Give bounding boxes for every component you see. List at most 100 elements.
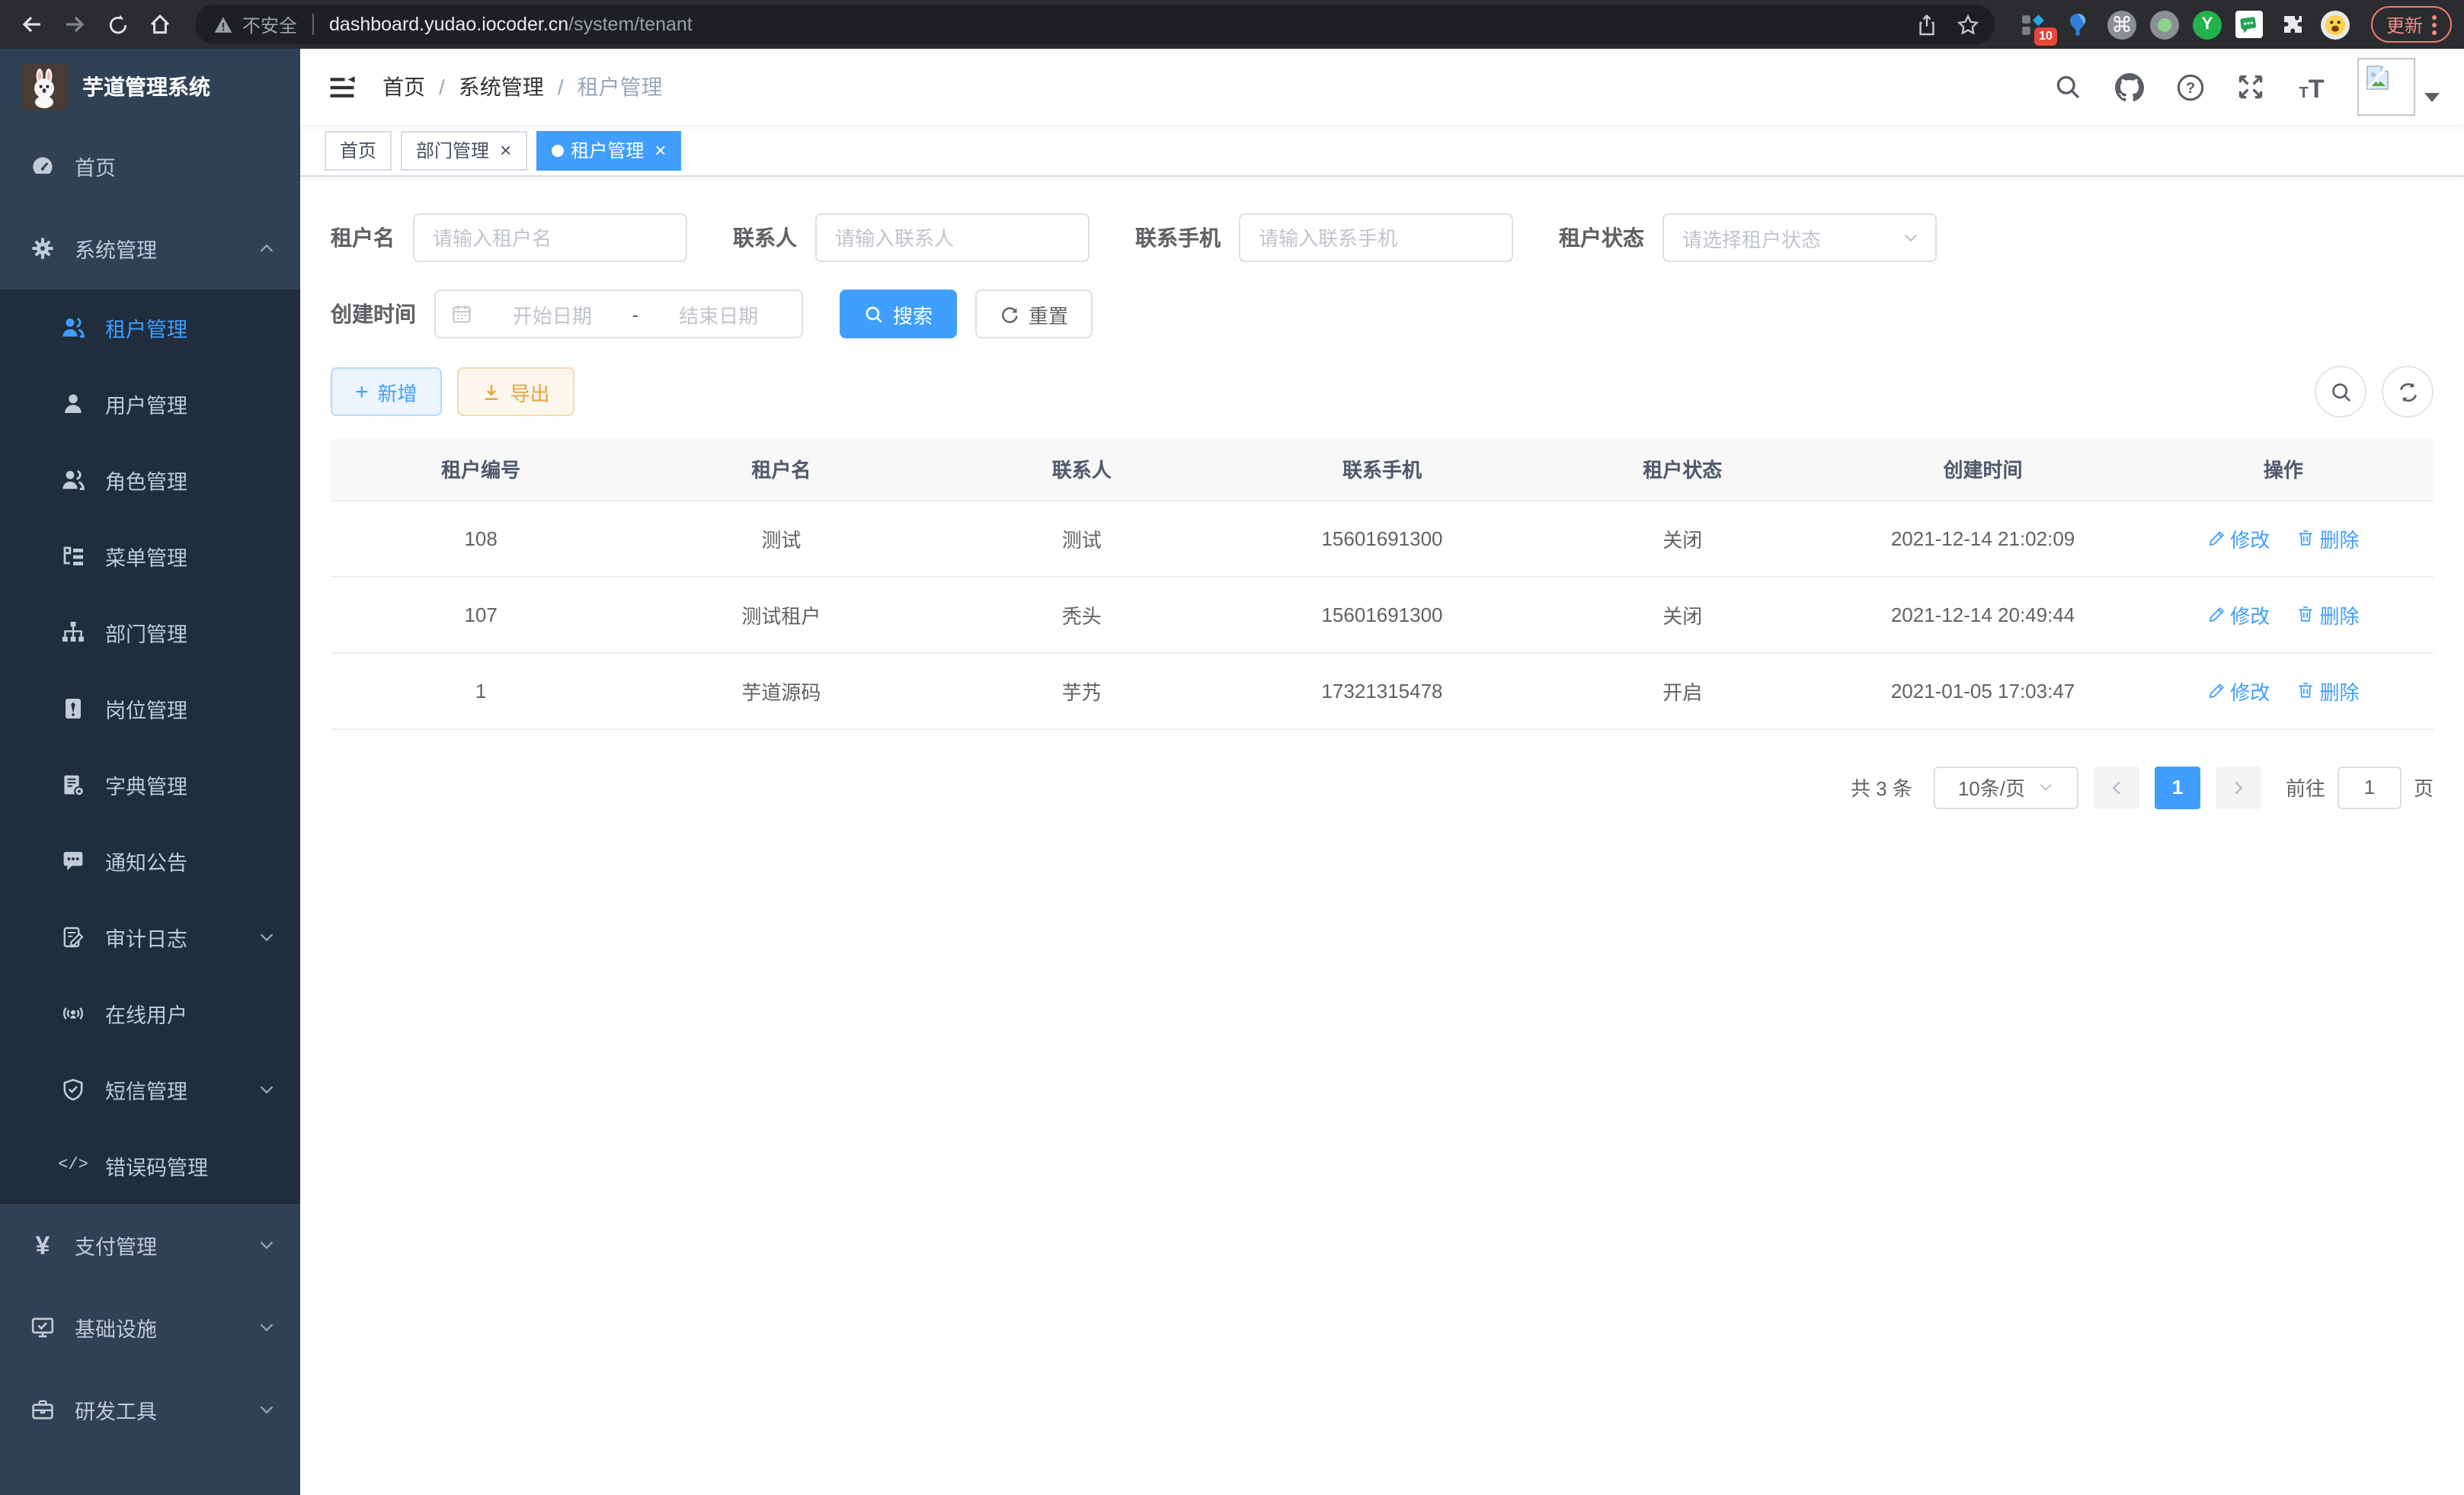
column-header: 创建时间 — [1832, 439, 2133, 500]
trash-icon — [2296, 605, 2315, 623]
table-row: 1 芋道源码 芋艿 17321315478 开启 2021-01-05 17:0… — [331, 652, 2434, 728]
next-page-button[interactable] — [2216, 766, 2261, 808]
delete-button[interactable]: 删除 — [2296, 600, 2359, 629]
sidebar-item-menu[interactable]: 菜单管理 — [0, 518, 300, 594]
start-date-placeholder: 开始日期 — [485, 299, 620, 328]
sidebar-item-role[interactable]: 角色管理 — [0, 442, 300, 518]
sidebar-item-online-user[interactable]: 在线用户 — [0, 975, 300, 1052]
sidebar-item-home[interactable]: 首页 — [0, 125, 300, 207]
sidebar-item-tenant[interactable]: 租户管理 — [0, 290, 300, 366]
tenant-users-icon — [61, 315, 85, 340]
share-icon[interactable] — [1915, 13, 1938, 36]
prev-page-button[interactable] — [2094, 766, 2139, 808]
add-button[interactable]: + 新增 — [331, 367, 442, 416]
show-search-toggle-button[interactable] — [2315, 366, 2366, 418]
column-header: 操作 — [2133, 439, 2434, 500]
chevron-up-icon — [258, 239, 276, 258]
font-size-icon[interactable]: TT — [2296, 72, 2327, 102]
export-button[interactable]: 导出 — [457, 367, 574, 416]
command-extension-icon[interactable]: ⌘ — [2107, 10, 2136, 39]
browser-menu-kebab-icon[interactable] — [2432, 14, 2437, 34]
recorder-extension-icon[interactable] — [2150, 10, 2179, 39]
tab-dept[interactable]: 部门管理× — [401, 130, 526, 170]
online-user-icon — [61, 1001, 85, 1026]
plus-icon: + — [355, 380, 369, 403]
create-time-label: 创建时间 — [331, 299, 416, 329]
address-bar[interactable]: 不安全 dashboard.yudao.iocoder.cn/system/te… — [195, 5, 1995, 44]
browser-home-button[interactable] — [140, 5, 180, 44]
tenant-name-input[interactable] — [413, 213, 687, 262]
trash-icon — [2296, 529, 2315, 547]
url-host: dashboard.yudao.iocoder.cn — [329, 14, 568, 35]
bookmark-star-icon[interactable] — [1957, 13, 1979, 36]
status-select[interactable]: 请选择租户状态 — [1662, 213, 1937, 262]
search-icon — [2329, 380, 2352, 403]
svg-text:?: ? — [2185, 79, 2194, 96]
sidebar-item-audit-log[interactable]: 审计日志 — [0, 899, 300, 975]
notice-bubble-icon — [61, 849, 85, 873]
edit-pencil-icon — [2207, 605, 2226, 623]
page-number-current[interactable]: 1 — [2155, 766, 2200, 808]
breadcrumb-home[interactable]: 首页 — [382, 72, 425, 102]
browser-forward-button[interactable] — [55, 5, 94, 44]
dev-tools-briefcase-icon — [30, 1397, 55, 1422]
edit-button[interactable]: 修改 — [2207, 523, 2270, 552]
puzzle-extensions-icon[interactable] — [2277, 9, 2307, 40]
page-size-select[interactable]: 10条/页 — [1934, 766, 2078, 808]
sidebar-item-user[interactable]: 用户管理 — [0, 366, 300, 442]
omnibox-divider — [312, 14, 314, 35]
dashboard-icon — [30, 154, 55, 178]
sidebar-item-system[interactable]: 系统管理 — [0, 207, 300, 290]
delete-button[interactable]: 删除 — [2296, 523, 2359, 552]
balloon-extension-icon[interactable] — [2063, 9, 2094, 40]
help-icon[interactable]: ? — [2174, 72, 2205, 102]
close-icon[interactable]: × — [500, 140, 511, 160]
breadcrumb-system[interactable]: 系统管理 — [459, 72, 544, 102]
range-separator: - — [632, 303, 639, 325]
green-dot — [2158, 18, 2171, 31]
tab-home[interactable]: 首页 — [325, 130, 392, 170]
sidebar-item-dev-tools[interactable]: 研发工具 — [0, 1369, 300, 1451]
contact-input[interactable] — [815, 213, 1090, 262]
sidebar-item-notice[interactable]: 通知公告 — [0, 823, 300, 899]
close-icon[interactable]: × — [654, 140, 666, 160]
refresh-table-button[interactable] — [2382, 366, 2434, 418]
extension-grid-icon[interactable]: 10 — [2019, 9, 2050, 40]
goto-page-input[interactable] — [2338, 766, 2402, 808]
sidebar-item-infra[interactable]: 基础设施 — [0, 1286, 300, 1369]
app-logo — [21, 64, 67, 110]
sidebar-item-sms[interactable]: 短信管理 — [0, 1052, 300, 1128]
app-logo-row[interactable]: 芋道管理系统 — [0, 49, 300, 125]
browser-reload-button[interactable] — [98, 5, 137, 44]
sidebar-fold-icon[interactable] — [325, 70, 358, 104]
pay-yen-icon: ¥ — [30, 1233, 55, 1257]
edit-button[interactable]: 修改 — [2207, 676, 2270, 705]
refresh-icon — [2396, 380, 2419, 403]
edit-button[interactable]: 修改 — [2207, 600, 2270, 629]
search-icon[interactable] — [2053, 72, 2083, 102]
sidebar-item-post[interactable]: 岗位管理 — [0, 671, 300, 747]
filter-row-1: 租户名 联系人 联系手机 租户状态 请选择租户状态 — [331, 213, 2434, 262]
search-button[interactable]: 搜索 — [840, 290, 957, 338]
delete-button[interactable]: 删除 — [2296, 676, 2359, 705]
browser-update-button[interactable]: 更新 — [2371, 6, 2452, 43]
sidebar-item-dict[interactable]: 字典管理 — [0, 747, 300, 823]
app-title: 芋道管理系统 — [82, 72, 210, 102]
user-avatar-menu[interactable] — [2357, 58, 2440, 116]
sidebar-item-pay[interactable]: ¥ 支付管理 — [0, 1204, 300, 1286]
browser-toolbar: 不安全 dashboard.yudao.iocoder.cn/system/te… — [0, 0, 2464, 49]
github-icon[interactable] — [2114, 72, 2144, 102]
emoji-extension-icon[interactable] — [2321, 10, 2350, 39]
create-time-range-picker[interactable]: 开始日期 - 结束日期 — [434, 290, 803, 338]
tab-tenant[interactable]: 租户管理× — [536, 130, 681, 170]
reset-button[interactable]: 重置 — [975, 290, 1093, 338]
browser-back-button[interactable] — [12, 5, 52, 44]
column-header: 租户编号 — [331, 439, 631, 500]
chat-extension-icon[interactable] — [2235, 11, 2263, 38]
y-extension-icon[interactable]: Y — [2193, 10, 2222, 39]
chevron-down-icon — [258, 1080, 276, 1099]
fullscreen-icon[interactable] — [2235, 72, 2266, 102]
sidebar-item-dept[interactable]: 部门管理 — [0, 594, 300, 671]
mobile-input[interactable] — [1239, 213, 1513, 262]
sidebar-item-error-code[interactable]: </> 错误码管理 — [0, 1128, 300, 1204]
